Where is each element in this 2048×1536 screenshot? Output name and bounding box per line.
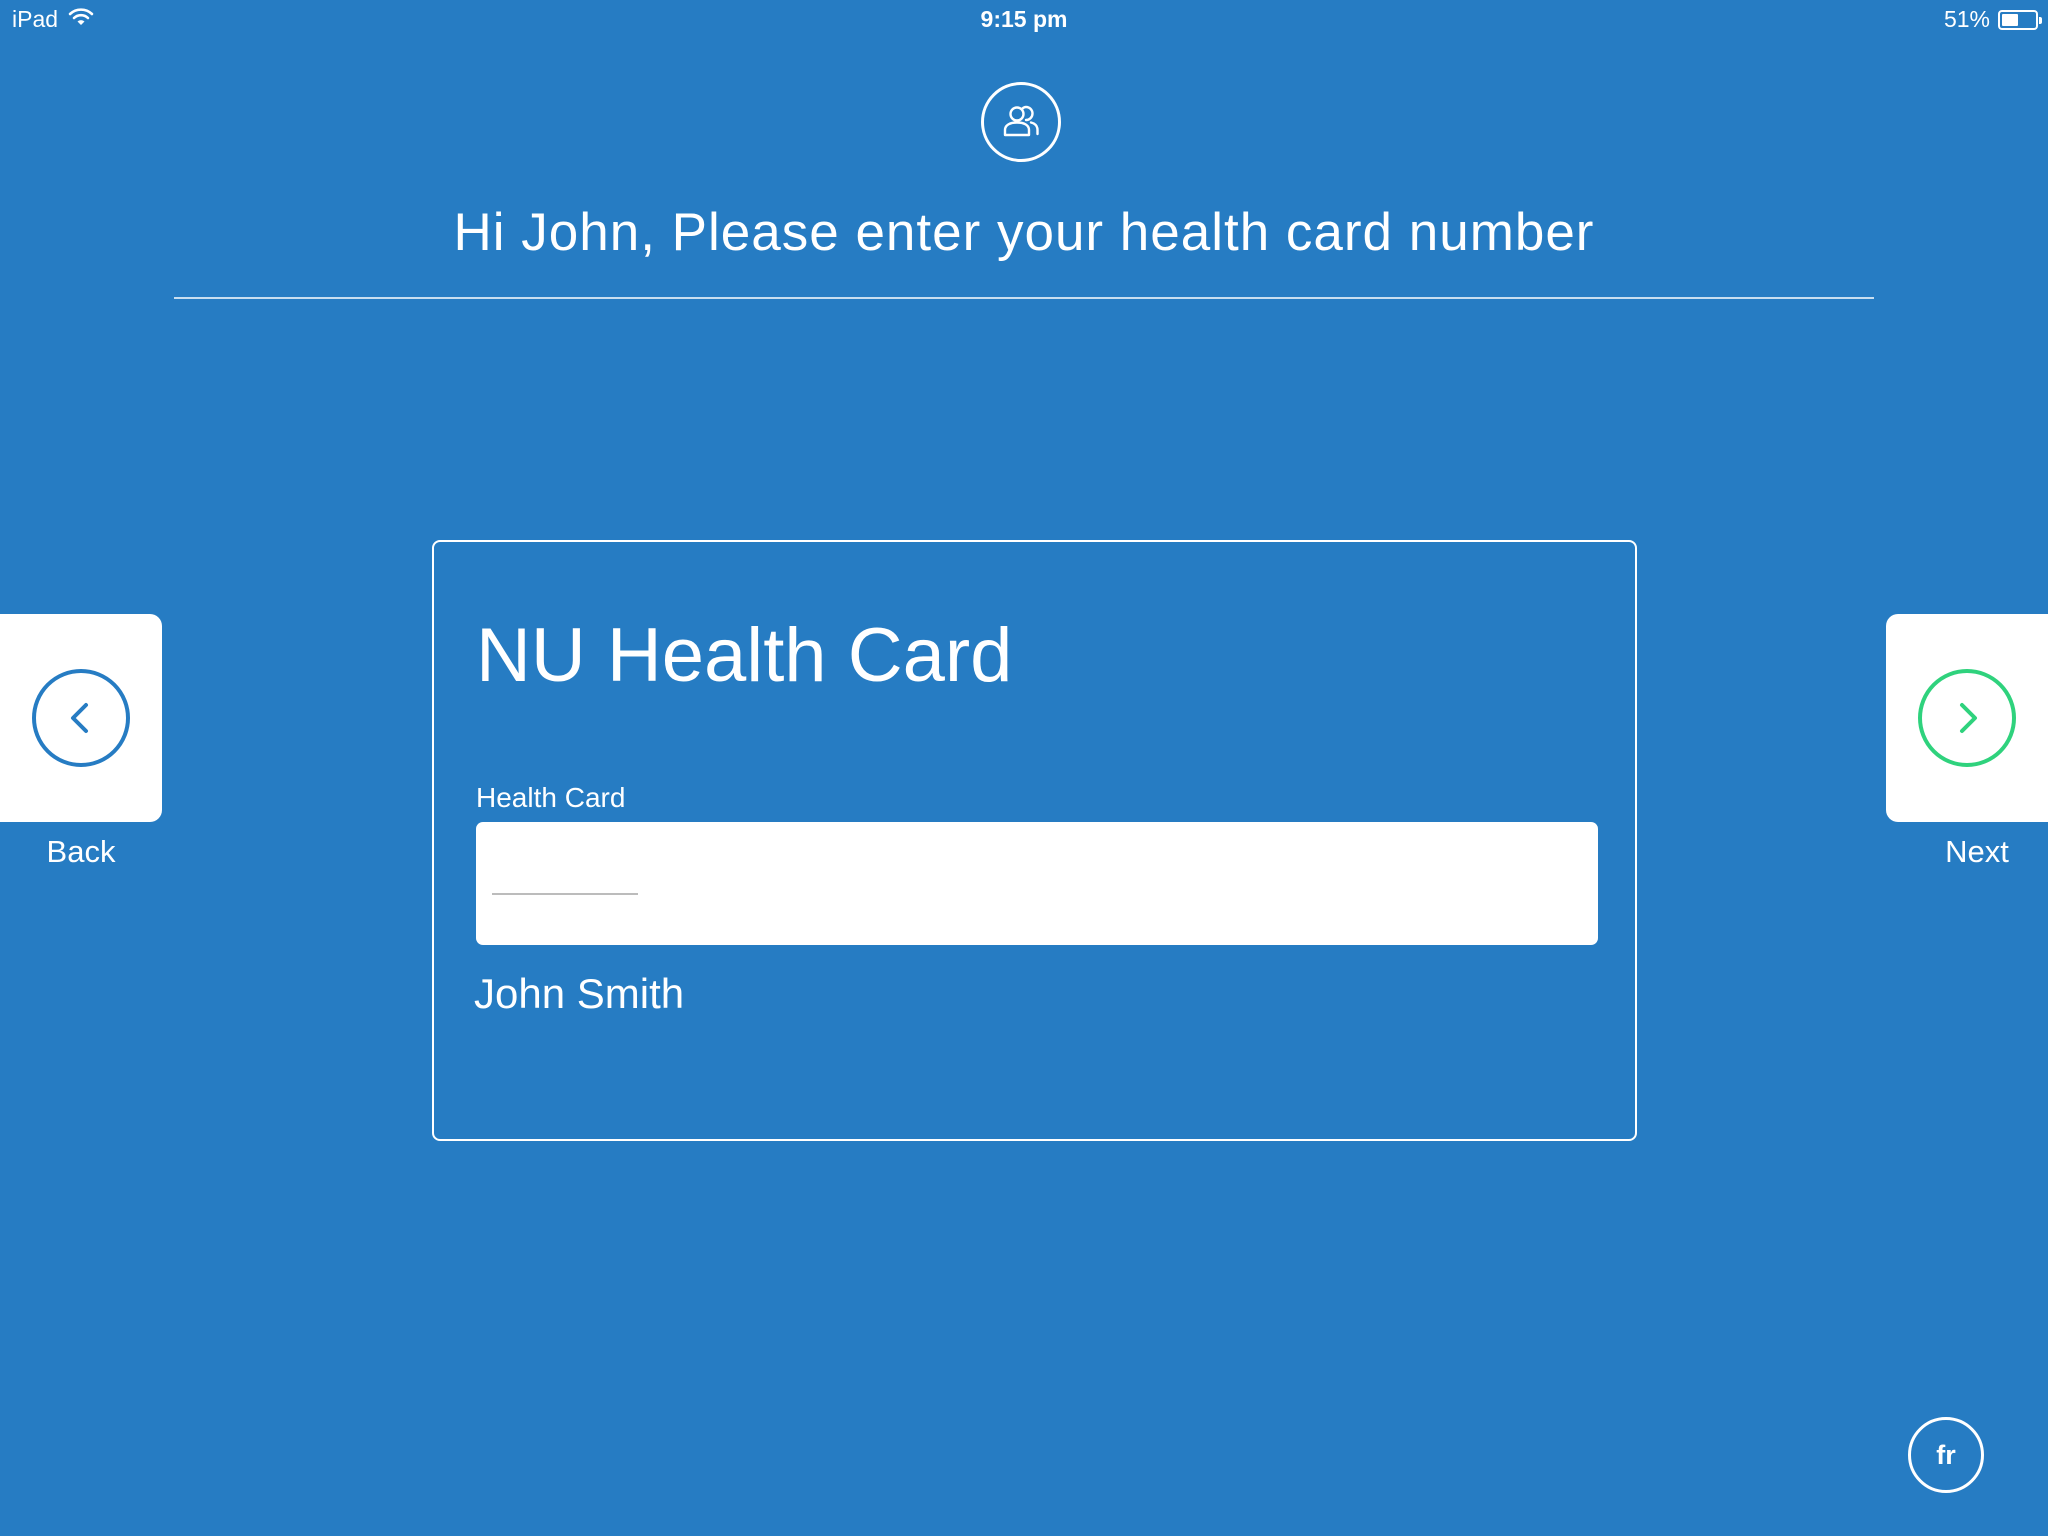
battery-icon — [1998, 9, 2042, 30]
page-title: Hi John, Please enter your health card n… — [453, 203, 1595, 262]
back-button[interactable] — [0, 614, 162, 822]
input-placeholder-line — [492, 893, 638, 895]
next-circle — [1918, 669, 2016, 767]
chevron-right-icon — [1960, 703, 1977, 733]
health-card-input[interactable] — [476, 822, 1598, 945]
card-title: NU Health Card — [476, 613, 1013, 698]
patient-name: John Smith — [474, 970, 685, 1017]
header-divider — [174, 297, 1874, 299]
next-button[interactable] — [1886, 614, 2048, 822]
users-icon — [981, 82, 1061, 162]
language-toggle-button[interactable]: fr — [1908, 1417, 1984, 1493]
chevron-left-icon — [71, 703, 88, 733]
health-card-label: Health Card — [476, 782, 626, 813]
back-label[interactable]: Back — [0, 834, 162, 870]
status-bar: iPad 9:15 pm 51% — [0, 0, 2048, 40]
status-bar-right: 51% — [1943, 6, 2042, 33]
battery-tip — [2039, 16, 2042, 24]
status-time: 9:15 pm — [980, 6, 1068, 32]
back-circle — [32, 669, 130, 767]
health-card-panel: NU Health Card Health Card John Smith — [432, 540, 1637, 1141]
battery-fill — [2002, 13, 2018, 26]
next-label[interactable]: Next — [1896, 834, 2048, 870]
battery-percent: 51% — [1943, 6, 1990, 32]
